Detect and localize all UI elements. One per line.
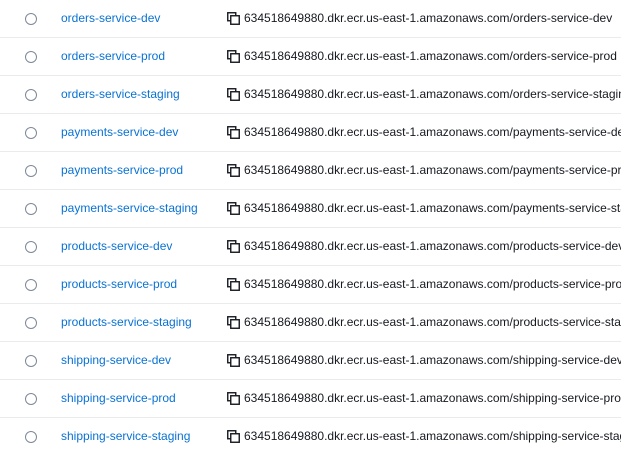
row-select-radio[interactable] xyxy=(25,241,37,253)
table-row: products-service-prod 634518649880.dkr.e… xyxy=(0,266,621,304)
repository-name-link[interactable]: products-service-prod xyxy=(61,277,177,292)
row-select-radio[interactable] xyxy=(25,51,37,63)
row-select-radio[interactable] xyxy=(25,355,37,367)
row-select-radio[interactable] xyxy=(25,89,37,101)
repository-uri: 634518649880.dkr.ecr.us-east-1.amazonaws… xyxy=(244,11,613,25)
copy-icon[interactable] xyxy=(227,12,240,25)
table-row: payments-service-staging 634518649880.dk… xyxy=(0,190,621,228)
table-row: payments-service-prod 634518649880.dkr.e… xyxy=(0,152,621,190)
row-select-radio[interactable] xyxy=(25,13,37,25)
repository-name-link[interactable]: orders-service-prod xyxy=(61,49,165,64)
repository-uri: 634518649880.dkr.ecr.us-east-1.amazonaws… xyxy=(244,125,621,139)
repository-uri: 634518649880.dkr.ecr.us-east-1.amazonaws… xyxy=(244,201,621,215)
table-row: payments-service-dev 634518649880.dkr.ec… xyxy=(0,114,621,152)
repository-uri: 634518649880.dkr.ecr.us-east-1.amazonaws… xyxy=(244,277,621,291)
repository-name-link[interactable]: products-service-staging xyxy=(61,315,192,330)
row-select-radio[interactable] xyxy=(25,279,37,291)
copy-icon[interactable] xyxy=(227,316,240,329)
copy-icon[interactable] xyxy=(227,392,240,405)
repository-name-link[interactable]: shipping-service-dev xyxy=(61,353,171,368)
table-row: orders-service-dev 634518649880.dkr.ecr.… xyxy=(0,0,621,38)
table-row: shipping-service-staging 634518649880.dk… xyxy=(0,418,621,456)
copy-icon[interactable] xyxy=(227,202,240,215)
repository-uri: 634518649880.dkr.ecr.us-east-1.amazonaws… xyxy=(244,353,621,367)
repository-name-link[interactable]: products-service-dev xyxy=(61,239,172,254)
copy-icon[interactable] xyxy=(227,126,240,139)
repository-name-link[interactable]: payments-service-prod xyxy=(61,163,183,178)
row-select-radio[interactable] xyxy=(25,203,37,215)
repository-name-link[interactable]: orders-service-staging xyxy=(61,87,180,102)
row-select-radio[interactable] xyxy=(25,165,37,177)
repository-uri: 634518649880.dkr.ecr.us-east-1.amazonaws… xyxy=(244,49,617,63)
table-row: products-service-dev 634518649880.dkr.ec… xyxy=(0,228,621,266)
table-row: orders-service-staging 634518649880.dkr.… xyxy=(0,76,621,114)
repository-name-link[interactable]: shipping-service-staging xyxy=(61,429,190,444)
repository-uri: 634518649880.dkr.ecr.us-east-1.amazonaws… xyxy=(244,163,621,177)
repository-name-link[interactable]: orders-service-dev xyxy=(61,11,160,26)
table-row: orders-service-prod 634518649880.dkr.ecr… xyxy=(0,38,621,76)
repository-name-link[interactable]: payments-service-staging xyxy=(61,201,198,216)
copy-icon[interactable] xyxy=(227,164,240,177)
repository-name-link[interactable]: payments-service-dev xyxy=(61,125,178,140)
copy-icon[interactable] xyxy=(227,430,240,443)
copy-icon[interactable] xyxy=(227,88,240,101)
repository-uri: 634518649880.dkr.ecr.us-east-1.amazonaws… xyxy=(244,315,621,329)
copy-icon[interactable] xyxy=(227,278,240,291)
table-row: products-service-staging 634518649880.dk… xyxy=(0,304,621,342)
repositories-table: orders-service-dev 634518649880.dkr.ecr.… xyxy=(0,0,621,458)
repository-uri: 634518649880.dkr.ecr.us-east-1.amazonaws… xyxy=(244,429,621,443)
repository-name-link[interactable]: shipping-service-prod xyxy=(61,391,176,406)
repository-uri: 634518649880.dkr.ecr.us-east-1.amazonaws… xyxy=(244,239,621,253)
table-row: shipping-service-prod 634518649880.dkr.e… xyxy=(0,380,621,418)
copy-icon[interactable] xyxy=(227,240,240,253)
copy-icon[interactable] xyxy=(227,354,240,367)
row-select-radio[interactable] xyxy=(25,317,37,329)
copy-icon[interactable] xyxy=(227,50,240,63)
repository-uri: 634518649880.dkr.ecr.us-east-1.amazonaws… xyxy=(244,391,621,405)
row-select-radio[interactable] xyxy=(25,127,37,139)
row-select-radio[interactable] xyxy=(25,393,37,405)
repository-uri: 634518649880.dkr.ecr.us-east-1.amazonaws… xyxy=(244,87,621,101)
table-row: shipping-service-dev 634518649880.dkr.ec… xyxy=(0,342,621,380)
row-select-radio[interactable] xyxy=(25,431,37,443)
